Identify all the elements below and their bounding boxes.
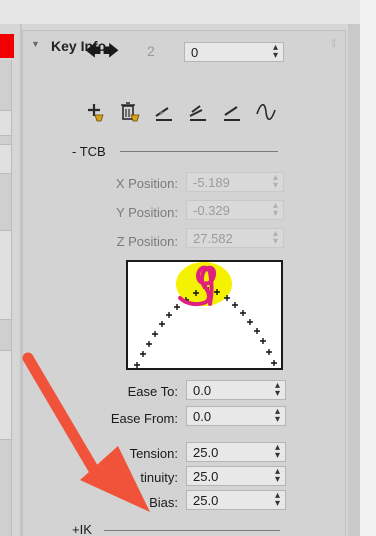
spinner-arrows-icon[interactable]: ▴ ▾: [275, 407, 280, 425]
window-edge: [360, 0, 376, 536]
arrow-left-icon[interactable]: 🡄: [84, 40, 102, 67]
left-stub: [0, 350, 12, 440]
key-number: 2: [147, 43, 155, 59]
spinner-arrows-icon[interactable]: ▴ ▾: [275, 381, 280, 399]
left-panel-edge: [0, 60, 12, 536]
key-tools-toolbar: [84, 100, 284, 126]
collapse-caret-icon[interactable]: ▼: [31, 39, 40, 49]
ik-group-label[interactable]: +IK: [72, 522, 92, 536]
color-swatch[interactable]: [0, 34, 14, 58]
rollout-header[interactable]: ▼ Key Info ⁞⁞: [27, 37, 339, 57]
y-position-field[interactable]: -0.329 ▴ ▾: [186, 200, 284, 220]
z-position-label: Z Position:: [116, 234, 178, 249]
tangent-slow-icon[interactable]: [152, 100, 176, 126]
ease-to-label: Ease To:: [127, 384, 178, 399]
left-stub: [0, 110, 12, 136]
spinner-arrows-icon[interactable]: ▴ ▾: [273, 229, 278, 247]
group-divider: [104, 530, 280, 531]
bias-field[interactable]: 25.0 ▴ ▾: [186, 490, 286, 510]
spinner-arrows-icon[interactable]: ▴ ▾: [273, 173, 278, 191]
spinner-arrows-icon[interactable]: ▴ ▾: [275, 491, 280, 509]
arrow-right-icon[interactable]: 🡆: [102, 40, 120, 67]
grip-icon[interactable]: ⁞⁞: [331, 39, 335, 50]
group-divider: [120, 151, 278, 152]
tcb-curve-preview: [126, 260, 283, 370]
key-nav: 🡄🡆: [84, 40, 124, 60]
ease-to-field[interactable]: 0.0 ▴ ▾: [186, 380, 286, 400]
scrollbar-track[interactable]: [348, 24, 360, 536]
tension-field[interactable]: 25.0 ▴ ▾: [186, 442, 286, 462]
x-position-label: X Position:: [115, 176, 178, 191]
bias-label: Bias:: [149, 495, 178, 510]
tangent-linear-icon[interactable]: [220, 100, 244, 126]
tcb-group-label[interactable]: - TCB: [72, 144, 106, 159]
continuity-label: tinuity:: [140, 470, 178, 485]
track-number-field[interactable]: 0 ▴ ▾: [184, 42, 284, 62]
tangent-step-icon[interactable]: [186, 100, 210, 126]
left-stub: [0, 230, 12, 320]
tangent-smooth-icon[interactable]: [254, 100, 278, 126]
continuity-field[interactable]: 25.0 ▴ ▾: [186, 466, 286, 486]
tcb-curve-graph: [134, 262, 277, 368]
spinner-arrows-icon[interactable]: ▴ ▾: [273, 201, 278, 219]
spinner-arrows-icon[interactable]: ▴ ▾: [273, 43, 278, 61]
spinner-arrows-icon[interactable]: ▴ ▾: [275, 443, 280, 461]
set-key-icon[interactable]: [84, 100, 108, 126]
left-stub: [0, 144, 12, 174]
top-strip: [0, 0, 376, 24]
ease-from-field[interactable]: 0.0 ▴ ▾: [186, 406, 286, 426]
ease-from-label: Ease From:: [110, 411, 178, 426]
z-position-field[interactable]: 27.582 ▴ ▾: [186, 228, 284, 248]
tension-label: Tension:: [129, 446, 178, 461]
spinner-arrows-icon[interactable]: ▴ ▾: [275, 467, 280, 485]
delete-key-icon[interactable]: [118, 100, 142, 126]
x-position-field[interactable]: -5.189 ▴ ▾: [186, 172, 284, 192]
y-position-label: Y Position:: [116, 205, 178, 220]
